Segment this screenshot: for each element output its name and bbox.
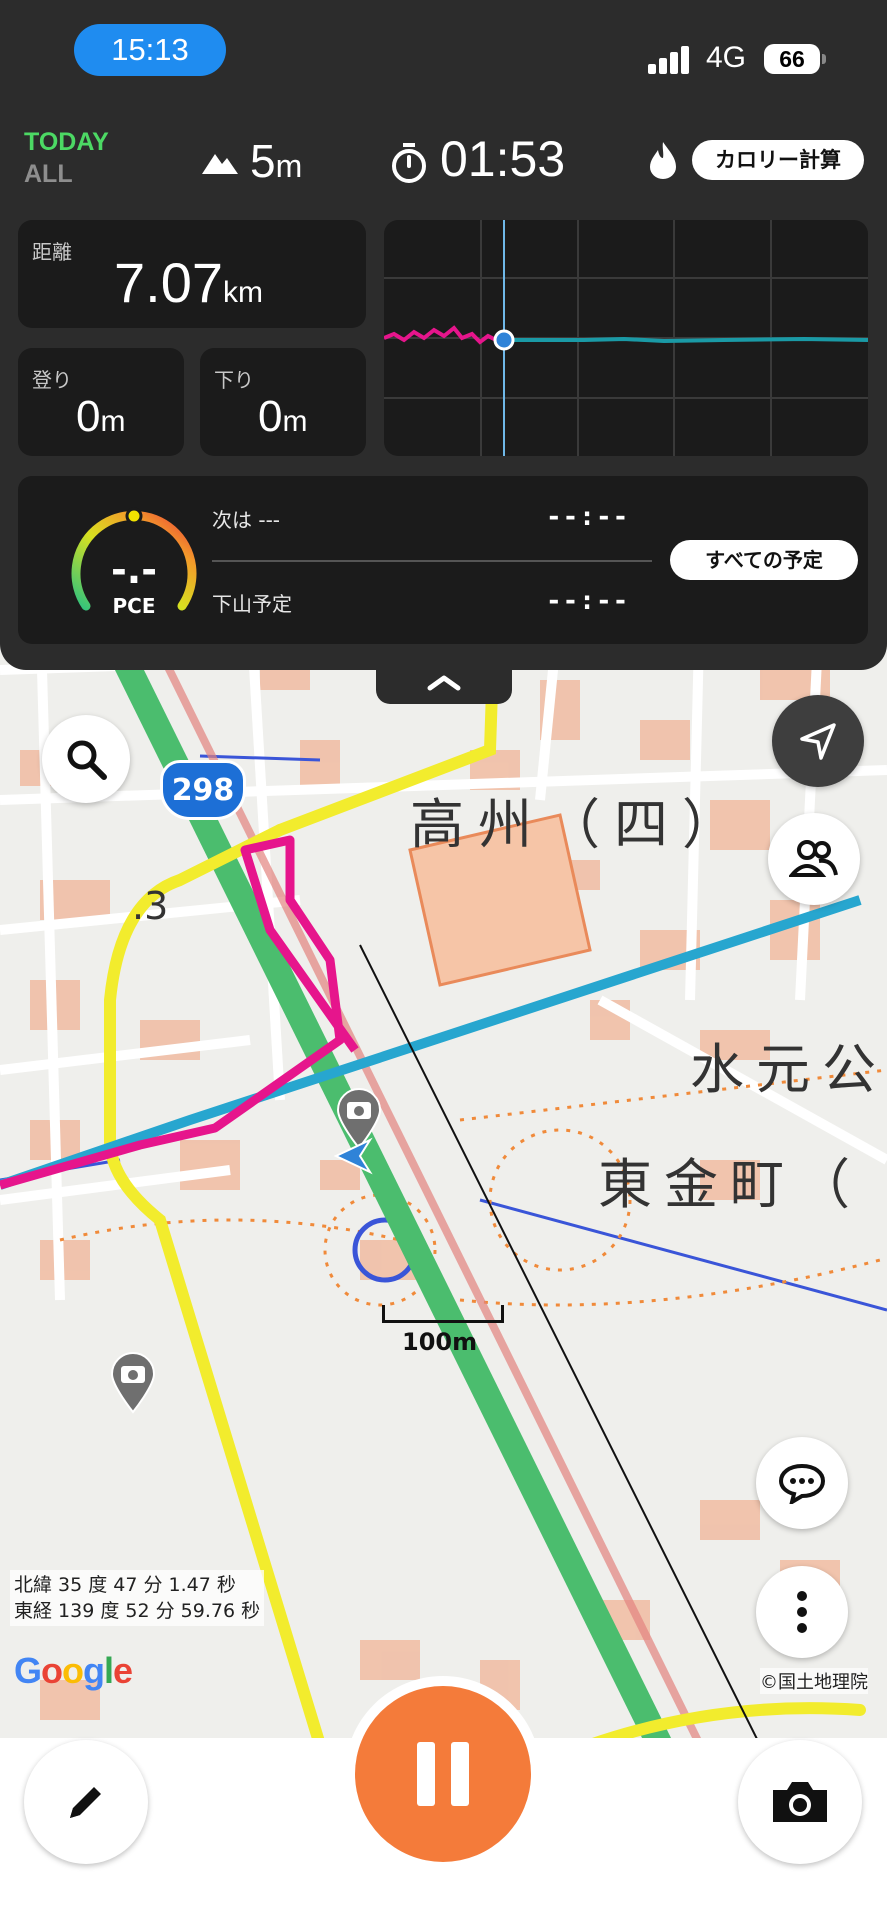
elapsed-time: 01:53 <box>440 131 566 187</box>
group-button[interactable] <box>768 813 860 905</box>
more-vertical-icon <box>797 1591 807 1633</box>
scale-label: 100m <box>402 1328 478 1356</box>
current-location-arrow-icon <box>333 1137 373 1175</box>
ascent-label: 登り <box>32 368 72 392</box>
google-logo: Google <box>14 1650 133 1691</box>
pause-button[interactable] <box>355 1686 531 1862</box>
photo-marker[interactable] <box>108 1352 158 1414</box>
descent-unit: m <box>282 405 308 438</box>
elevation-profile-line-walked <box>384 325 504 345</box>
camera-icon <box>773 1782 827 1822</box>
locate-me-button[interactable] <box>772 695 864 787</box>
distance-value: 7.07 <box>114 251 223 314</box>
all-schedule-button[interactable]: すべての予定 <box>670 540 858 580</box>
latitude-text: 北緯 35 度 47 分 1.47 秒 <box>14 1574 236 1596</box>
chat-icon <box>778 1463 826 1504</box>
pace-schedule-card: -.- PCE 次は --- --:-- 下山予定 --:-- すべての予定 <box>18 476 868 644</box>
chevron-up-icon <box>427 675 461 691</box>
place-label-higashikanamachi: 東金町（ <box>598 1153 862 1216</box>
ascent-unit: m <box>100 405 126 438</box>
pencil-icon <box>70 1787 101 1818</box>
signal-strength-icon <box>648 44 692 74</box>
navigation-arrow-icon <box>800 723 836 760</box>
edit-button[interactable] <box>24 1740 148 1864</box>
position-cursor-dot <box>493 329 515 351</box>
coordinates-readout: 北緯 35 度 47 分 1.47 秒 東経 139 度 52 分 59.76 … <box>10 1570 265 1626</box>
more-options-button[interactable] <box>756 1566 848 1658</box>
ascent-value: 0 <box>76 392 101 441</box>
battery-icon <box>822 54 826 64</box>
next-checkpoint-label: 次は --- <box>212 508 281 532</box>
descent-card: 下り 0m <box>200 348 366 456</box>
distance-unit: km <box>223 276 263 309</box>
calorie-calc-button[interactable]: カロリー計算 <box>692 140 864 180</box>
filter-today[interactable]: TODAY <box>24 128 109 157</box>
mountain-icon <box>202 154 238 174</box>
descent-plan-time: --:-- <box>546 586 630 616</box>
distance-label: 距離 <box>32 240 72 264</box>
next-checkpoint-time: --:-- <box>546 502 630 532</box>
elevation-profile-plot <box>384 220 868 456</box>
longitude-text: 東経 139 度 52 分 59.76 秒 <box>14 1600 261 1622</box>
descent-label: 下り <box>214 368 254 392</box>
descent-plan-label: 下山予定 <box>212 592 292 616</box>
status-time: 15:13 <box>74 24 226 76</box>
elevation-unit: m <box>275 148 303 184</box>
descent-value: 0 <box>258 392 283 441</box>
chat-button[interactable] <box>756 1437 848 1529</box>
stopwatch-icon <box>392 143 426 183</box>
map-attribution: ©国土地理院 <box>760 1668 868 1694</box>
elevation-value: 5 <box>250 135 276 187</box>
filter-all[interactable]: ALL <box>24 160 73 189</box>
search-button[interactable] <box>42 715 130 803</box>
distance-card: 距離 7.07km <box>18 220 366 328</box>
elevation-profile-chart[interactable] <box>384 220 868 456</box>
collapse-panel-button[interactable] <box>376 650 512 704</box>
map-pin-icon <box>110 1352 156 1414</box>
pace-label: PCE <box>112 594 156 618</box>
camera-button[interactable] <box>738 1740 862 1864</box>
scale-bar <box>382 1305 504 1323</box>
stats-panel: 15:13 4G 66 TODAY ALL 5m 01:53 カロリー計算 距離… <box>0 0 887 670</box>
battery-level: 66 <box>764 44 820 74</box>
contour-label: .3 <box>132 884 169 928</box>
pace-value: -.- <box>111 548 157 592</box>
flame-icon <box>650 142 676 179</box>
schedule-divider <box>212 560 652 562</box>
elevation-profile-line-remaining <box>504 336 868 344</box>
network-type: 4G <box>706 41 747 74</box>
group-icon <box>789 840 838 877</box>
ascent-card: 登り 0m <box>18 348 184 456</box>
place-label-takasu: 高州（四） <box>410 793 750 856</box>
place-label-mizumoto: 水元公 <box>690 1038 887 1101</box>
search-icon <box>67 740 107 780</box>
route-shield: 298 <box>160 760 246 820</box>
